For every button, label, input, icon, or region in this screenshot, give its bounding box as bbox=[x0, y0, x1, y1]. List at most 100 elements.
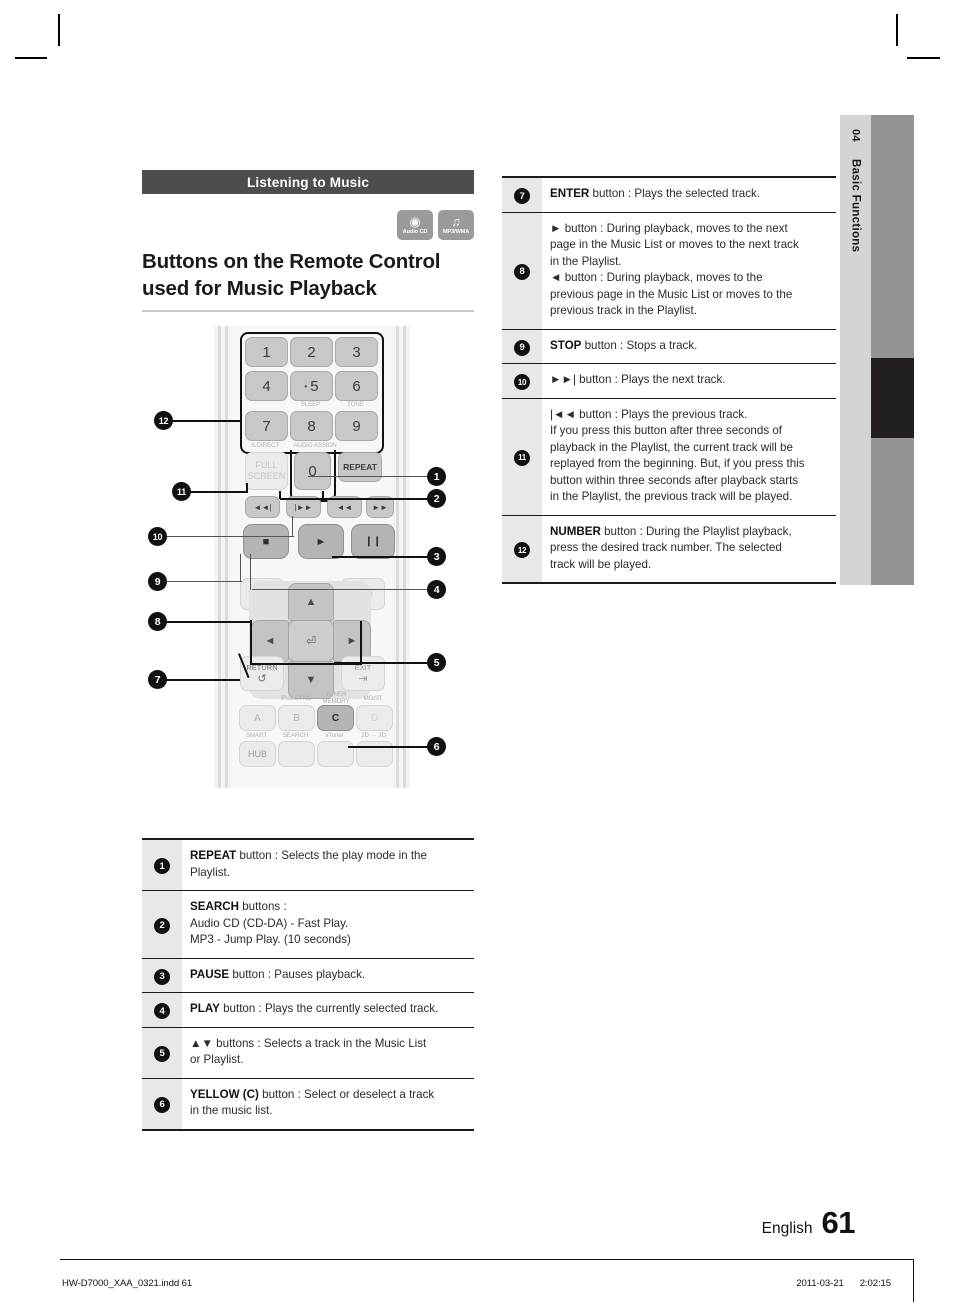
row-number-badge: 11 bbox=[514, 449, 530, 466]
chapter-tab-text: 04 Basic Functions bbox=[840, 115, 871, 585]
blank-key-3[interactable] bbox=[356, 741, 393, 767]
row-description-cell: ENTER button : Plays the selected track. bbox=[542, 177, 836, 212]
row-description-cell: YELLOW (C) button : Select or deselect a… bbox=[182, 1078, 474, 1130]
chapter-tab-dark-strip bbox=[871, 115, 914, 585]
leader-8d bbox=[360, 621, 362, 664]
row-description-line: PAUSE button : Pauses playback. bbox=[190, 967, 366, 981]
number-key-3[interactable]: 3 bbox=[335, 337, 378, 367]
row-description-line: PLAY button : Plays the currently select… bbox=[190, 1002, 439, 1015]
row-number-badge: 5 bbox=[154, 1045, 170, 1062]
leader-9b bbox=[240, 554, 242, 582]
table-row: 2 SEARCH buttons : Audio CD (CD-DA) - Fast… bbox=[142, 890, 474, 958]
row-number-cell: 8 bbox=[502, 212, 542, 329]
search-label: SEARCH bbox=[282, 732, 309, 739]
2d-3d-label: 2D → 3D bbox=[361, 732, 386, 739]
leader-1 bbox=[308, 476, 428, 478]
callout-12: 12 bbox=[154, 411, 173, 430]
row-description-keyword: REPEAT bbox=[190, 849, 237, 862]
row-description-keyword: SEARCH bbox=[190, 900, 239, 913]
row-description-line: in the Playlist. bbox=[550, 254, 622, 268]
return-arrow-icon: ↺ bbox=[257, 672, 267, 685]
row-description-keyword: ENTER bbox=[550, 187, 590, 200]
footer-vertical-rule bbox=[913, 1260, 914, 1302]
page-number: 61 bbox=[821, 1205, 856, 1240]
button-table-left: 1 REPEAT button : Selects the play mode i… bbox=[142, 838, 474, 1131]
previous-track-key[interactable]: ◄◄| bbox=[245, 496, 280, 518]
row-description-line: Playlist. bbox=[190, 865, 230, 879]
callout-5: 5 bbox=[427, 653, 446, 672]
row-description-cell: NUMBER button : During the Playlist play… bbox=[542, 515, 836, 583]
row-description-line: ► button : During playback, moves to the… bbox=[550, 221, 788, 235]
page-title: Buttons on the Remote Control used for M… bbox=[142, 250, 441, 300]
number-key-0[interactable]: 0 bbox=[294, 452, 331, 490]
number-key-1[interactable]: 1 bbox=[245, 337, 288, 367]
callout-8: 8 bbox=[148, 612, 167, 631]
disc-icon: ◉ bbox=[409, 213, 421, 229]
row-number-badge: 2 bbox=[154, 917, 170, 934]
leader-8b bbox=[250, 620, 252, 664]
color-key-b[interactable]: B bbox=[278, 705, 315, 731]
row-description-line: replayed from the beginning. But, if you… bbox=[550, 457, 805, 470]
table-row: 4 PLAY button : Plays the currently selec… bbox=[142, 992, 474, 1027]
callout-4: 4 bbox=[427, 580, 446, 599]
row-number-cell: 11 bbox=[502, 398, 542, 515]
repeat-key[interactable]: REPEAT bbox=[338, 452, 382, 482]
row-description-keyword: YELLOW (C) bbox=[190, 1087, 259, 1101]
footer-timestamp: 2011-03-21 2:02:15 bbox=[796, 1278, 891, 1289]
number-key-7[interactable]: 7 bbox=[245, 411, 288, 441]
row-number-cell: 2 bbox=[142, 890, 182, 958]
row-number-cell: 6 bbox=[142, 1078, 182, 1130]
footer-filename: HW-D7000_XAA_0321.indd 61 bbox=[62, 1278, 193, 1289]
tuner-memory-label: TUNER MEMORY bbox=[322, 691, 350, 705]
blank-key-1[interactable] bbox=[278, 741, 315, 767]
chapter-number: 04 bbox=[849, 129, 862, 142]
footer-divider bbox=[60, 1259, 914, 1260]
s-direct-label: S.DIRECT bbox=[250, 442, 280, 449]
color-key-c[interactable]: C bbox=[317, 705, 354, 731]
number-key-8[interactable]: 8 bbox=[290, 411, 333, 441]
sleep-label: SLEEP bbox=[300, 401, 321, 408]
number-key-6[interactable]: 6 bbox=[335, 371, 378, 401]
row-number-badge: 10 bbox=[514, 374, 530, 390]
color-key-a[interactable]: A bbox=[239, 705, 276, 731]
blank-key-2[interactable] bbox=[317, 741, 354, 767]
leader-3 bbox=[332, 556, 428, 558]
callout-3: 3 bbox=[427, 547, 446, 566]
row-number-badge: 9 bbox=[514, 339, 530, 356]
row-description-line: previous page in the Music List or moves… bbox=[550, 287, 793, 301]
row-number-badge: 8 bbox=[514, 263, 530, 280]
title-divider bbox=[142, 310, 474, 312]
remote-control-diagram: 1 2 3 4 • 5 6 SLEEP TONE 7 8 9 S.DIRECT A… bbox=[142, 324, 474, 824]
row-number-cell: 9 bbox=[502, 329, 542, 364]
color-key-d[interactable]: D bbox=[356, 705, 393, 731]
table-row: 7 ENTER button : Plays the selected track… bbox=[502, 177, 836, 212]
mp3-wma-badge-label: MP3/WMA bbox=[442, 228, 470, 235]
full-screen-key[interactable]: FULL SCREEN bbox=[245, 452, 288, 490]
row-description-cell: REPEAT button : Selects the play mode in… bbox=[182, 839, 474, 891]
callout-7: 7 bbox=[148, 670, 167, 689]
row-number-cell: 12 bbox=[502, 515, 542, 583]
leader-10b bbox=[292, 516, 294, 537]
number-key-9[interactable]: 9 bbox=[335, 411, 378, 441]
row-number-badge: 3 bbox=[154, 968, 170, 985]
leader-10 bbox=[166, 536, 294, 538]
row-description-line: in the music list. bbox=[190, 1104, 273, 1117]
hub-key[interactable]: HUB bbox=[239, 741, 276, 767]
number-key-4[interactable]: 4 bbox=[245, 371, 288, 401]
row-number-cell: 5 bbox=[142, 1027, 182, 1078]
leader-12 bbox=[172, 420, 242, 422]
pause-key[interactable]: ❙❙ bbox=[351, 524, 395, 559]
button-table-right: 7 ENTER button : Plays the selected track… bbox=[502, 176, 836, 584]
row-description-line: previous track in the Playlist. bbox=[550, 304, 697, 317]
button-table-right-body: 7 ENTER button : Plays the selected track… bbox=[502, 177, 836, 583]
row-description-line: YELLOW (C) button : Select or deselect a… bbox=[190, 1087, 435, 1101]
play-key[interactable]: ► bbox=[298, 524, 344, 559]
row-description-line: in the Playlist, the previous track will… bbox=[550, 490, 793, 503]
number-key-5[interactable]: • 5 bbox=[290, 371, 333, 401]
row-description-line: ENTER button : Plays the selected track. bbox=[550, 187, 761, 200]
row-description-keyword: NUMBER bbox=[550, 524, 601, 538]
row-description-line: ►►| button : Plays the next track. bbox=[550, 373, 726, 386]
footer-date: 2011-03-21 bbox=[796, 1278, 844, 1289]
number-key-2[interactable]: 2 bbox=[290, 337, 333, 367]
enter-key[interactable]: ⏎ bbox=[288, 620, 334, 662]
